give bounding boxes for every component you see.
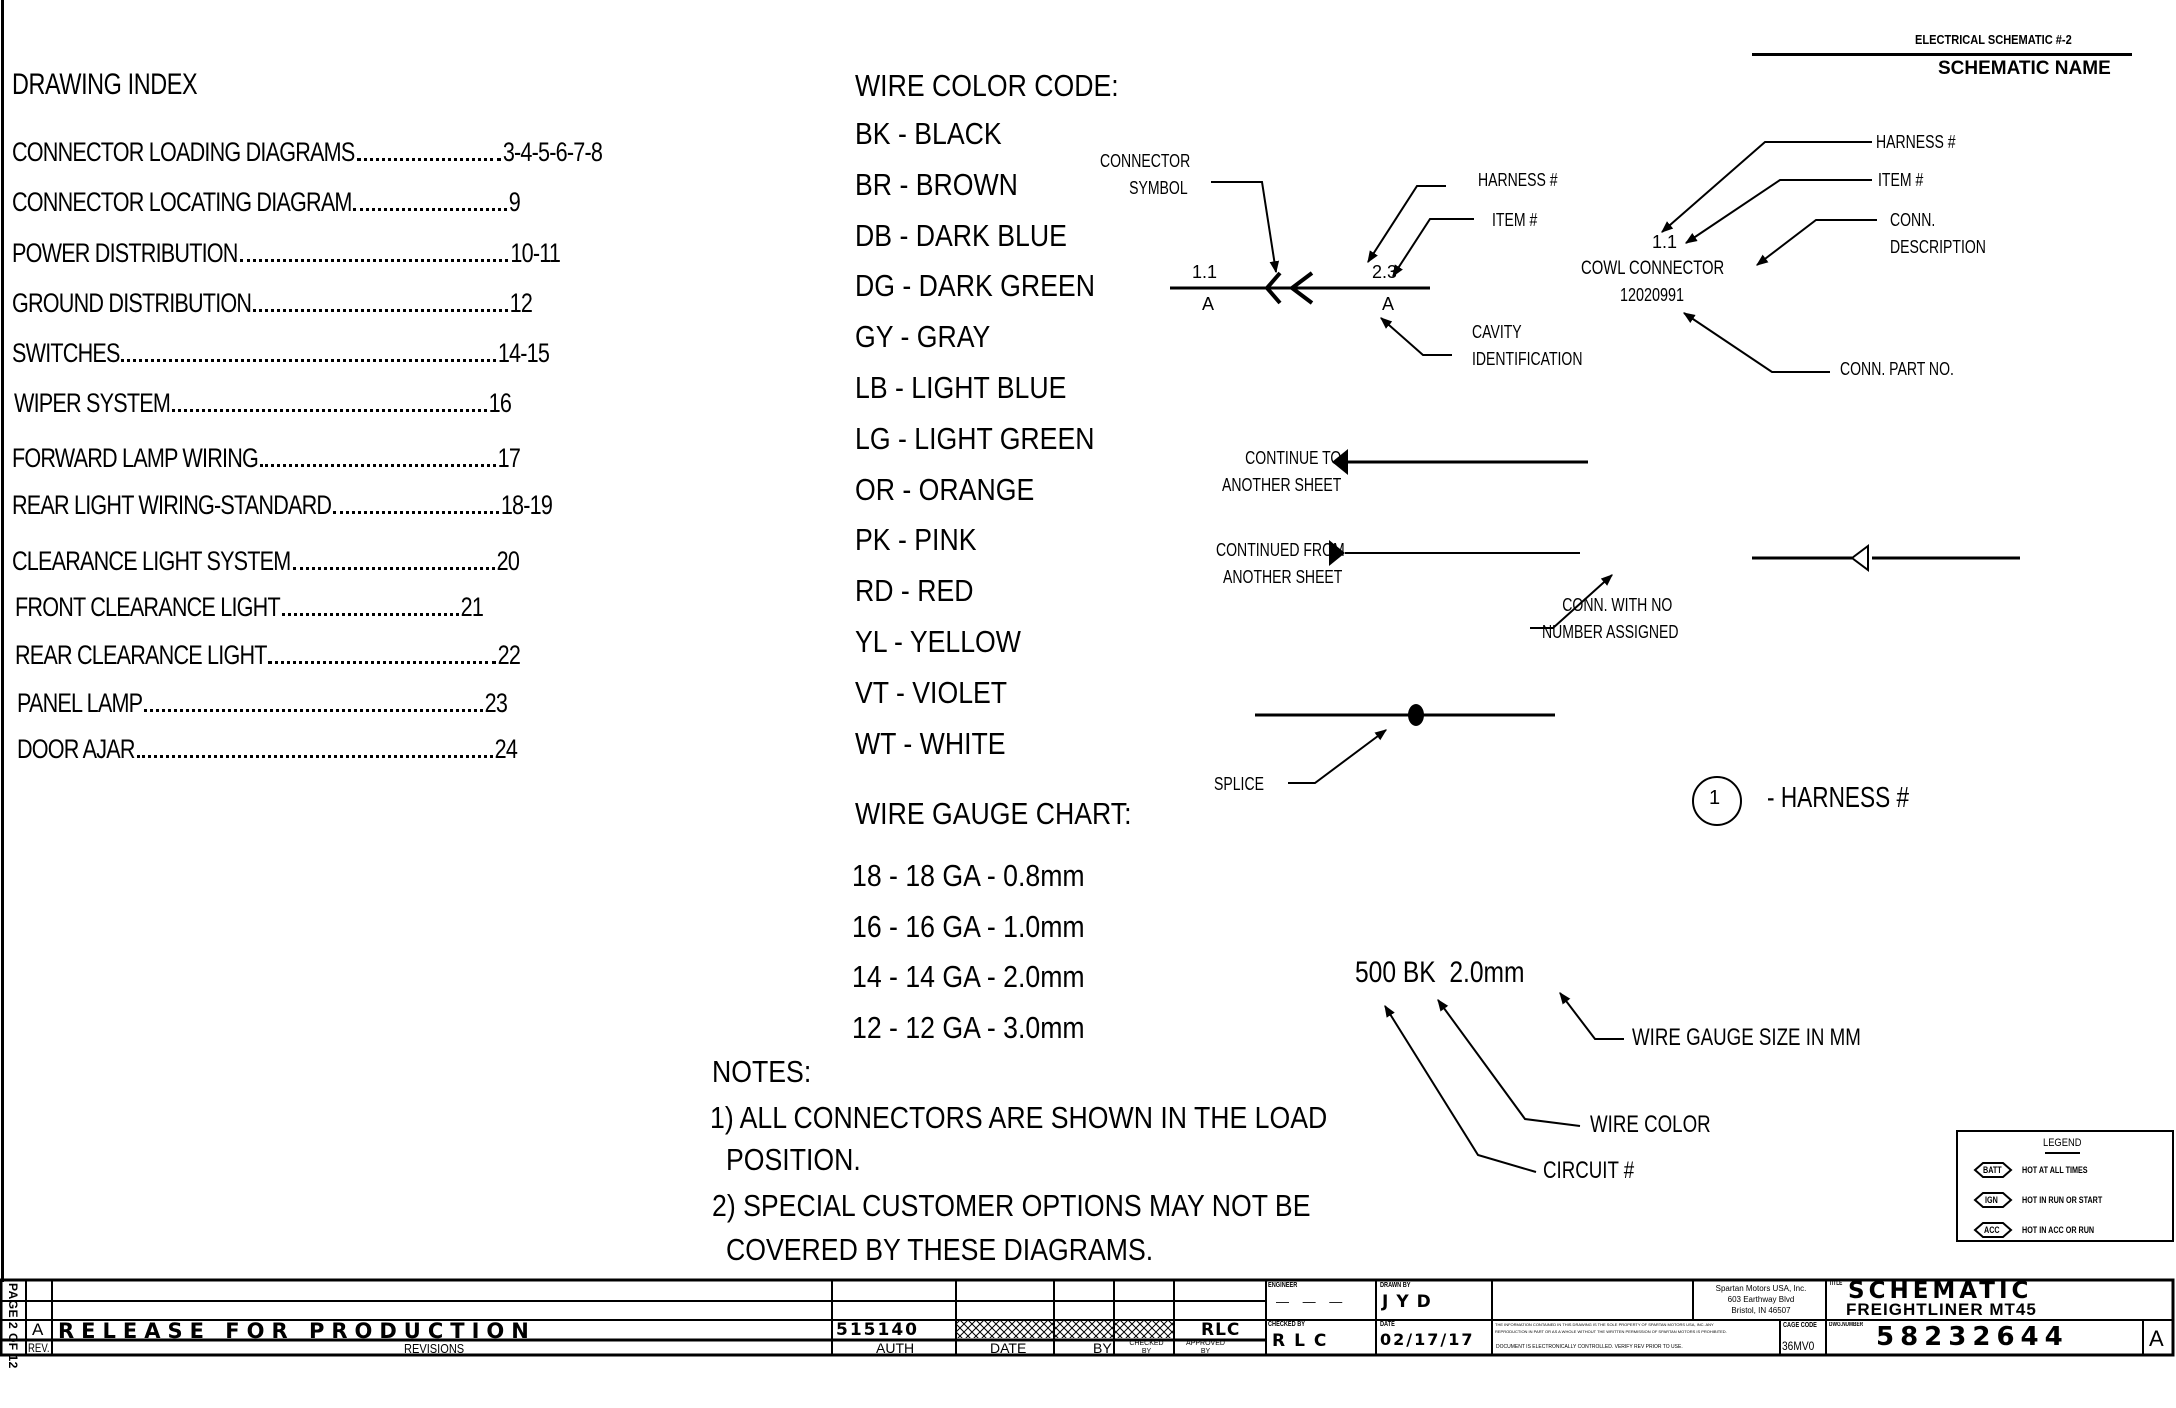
- auth-header: AUTH: [876, 1340, 915, 1356]
- proprietary-text-2: REPRODUCTION IN PART OR AS A WHOLE WITHO…: [1495, 1329, 1727, 1334]
- date-label: DATE: [1380, 1321, 1395, 1328]
- company-info: Spartan Motors USA, Inc. 603 Earthway Bl…: [1715, 1284, 1807, 1315]
- dwg-number: 58232644: [1876, 1322, 2069, 1352]
- title-label: TITLE: [1829, 1281, 1843, 1287]
- date-value: 02/17/17: [1380, 1330, 1475, 1349]
- cage-value: 36MV0: [1782, 1339, 1815, 1353]
- drawn-by-value: JYD: [1382, 1292, 1439, 1312]
- title-block-grid: [0, 1278, 2175, 1357]
- dwg-label: DWG.NUMBER: [1829, 1322, 1864, 1328]
- proprietary-text-1: THE INFORMATION CONTAINED IN THIS DRAWIN…: [1495, 1322, 1714, 1327]
- rev-header: REV.: [28, 1341, 50, 1355]
- by-header: BY: [1093, 1340, 1112, 1356]
- by-hatch: [1054, 1321, 1114, 1338]
- rev-letter: A: [32, 1320, 44, 1339]
- title-line-2: FREIGHTLINER MT45: [1846, 1300, 2037, 1319]
- checked-hatch: [1114, 1321, 1174, 1338]
- drawn-by-label: DRAWN BY: [1380, 1282, 1411, 1289]
- page-number: PAGE 2 OF 12: [6, 1283, 20, 1369]
- revisions-header: REVISIONS: [404, 1341, 465, 1356]
- engineer-value: — — —: [1276, 1294, 1348, 1309]
- date-header: DATE: [990, 1340, 1027, 1356]
- cage-label: CAGE CODE: [1783, 1322, 1817, 1329]
- checked-by-label: CHECKED BY: [1268, 1321, 1306, 1328]
- checked-header: CHECKED BY: [1129, 1340, 1164, 1355]
- dwg-rev: A: [2149, 1326, 2164, 1351]
- checked-by-value: RLC: [1272, 1331, 1336, 1351]
- engineer-label: ENGINEER: [1268, 1282, 1298, 1289]
- approved-header: APPROVED BY: [1186, 1340, 1225, 1355]
- date-hatch: [956, 1321, 1054, 1338]
- revision-text: RELEASE FOR PRODUCTION: [58, 1319, 536, 1343]
- controlled-text: DOCUMENT IS ELECTRONICALLY CONTROLLED. V…: [1496, 1344, 1683, 1350]
- auth-value: 515140: [836, 1320, 919, 1340]
- approved-value: RLC: [1201, 1320, 1241, 1340]
